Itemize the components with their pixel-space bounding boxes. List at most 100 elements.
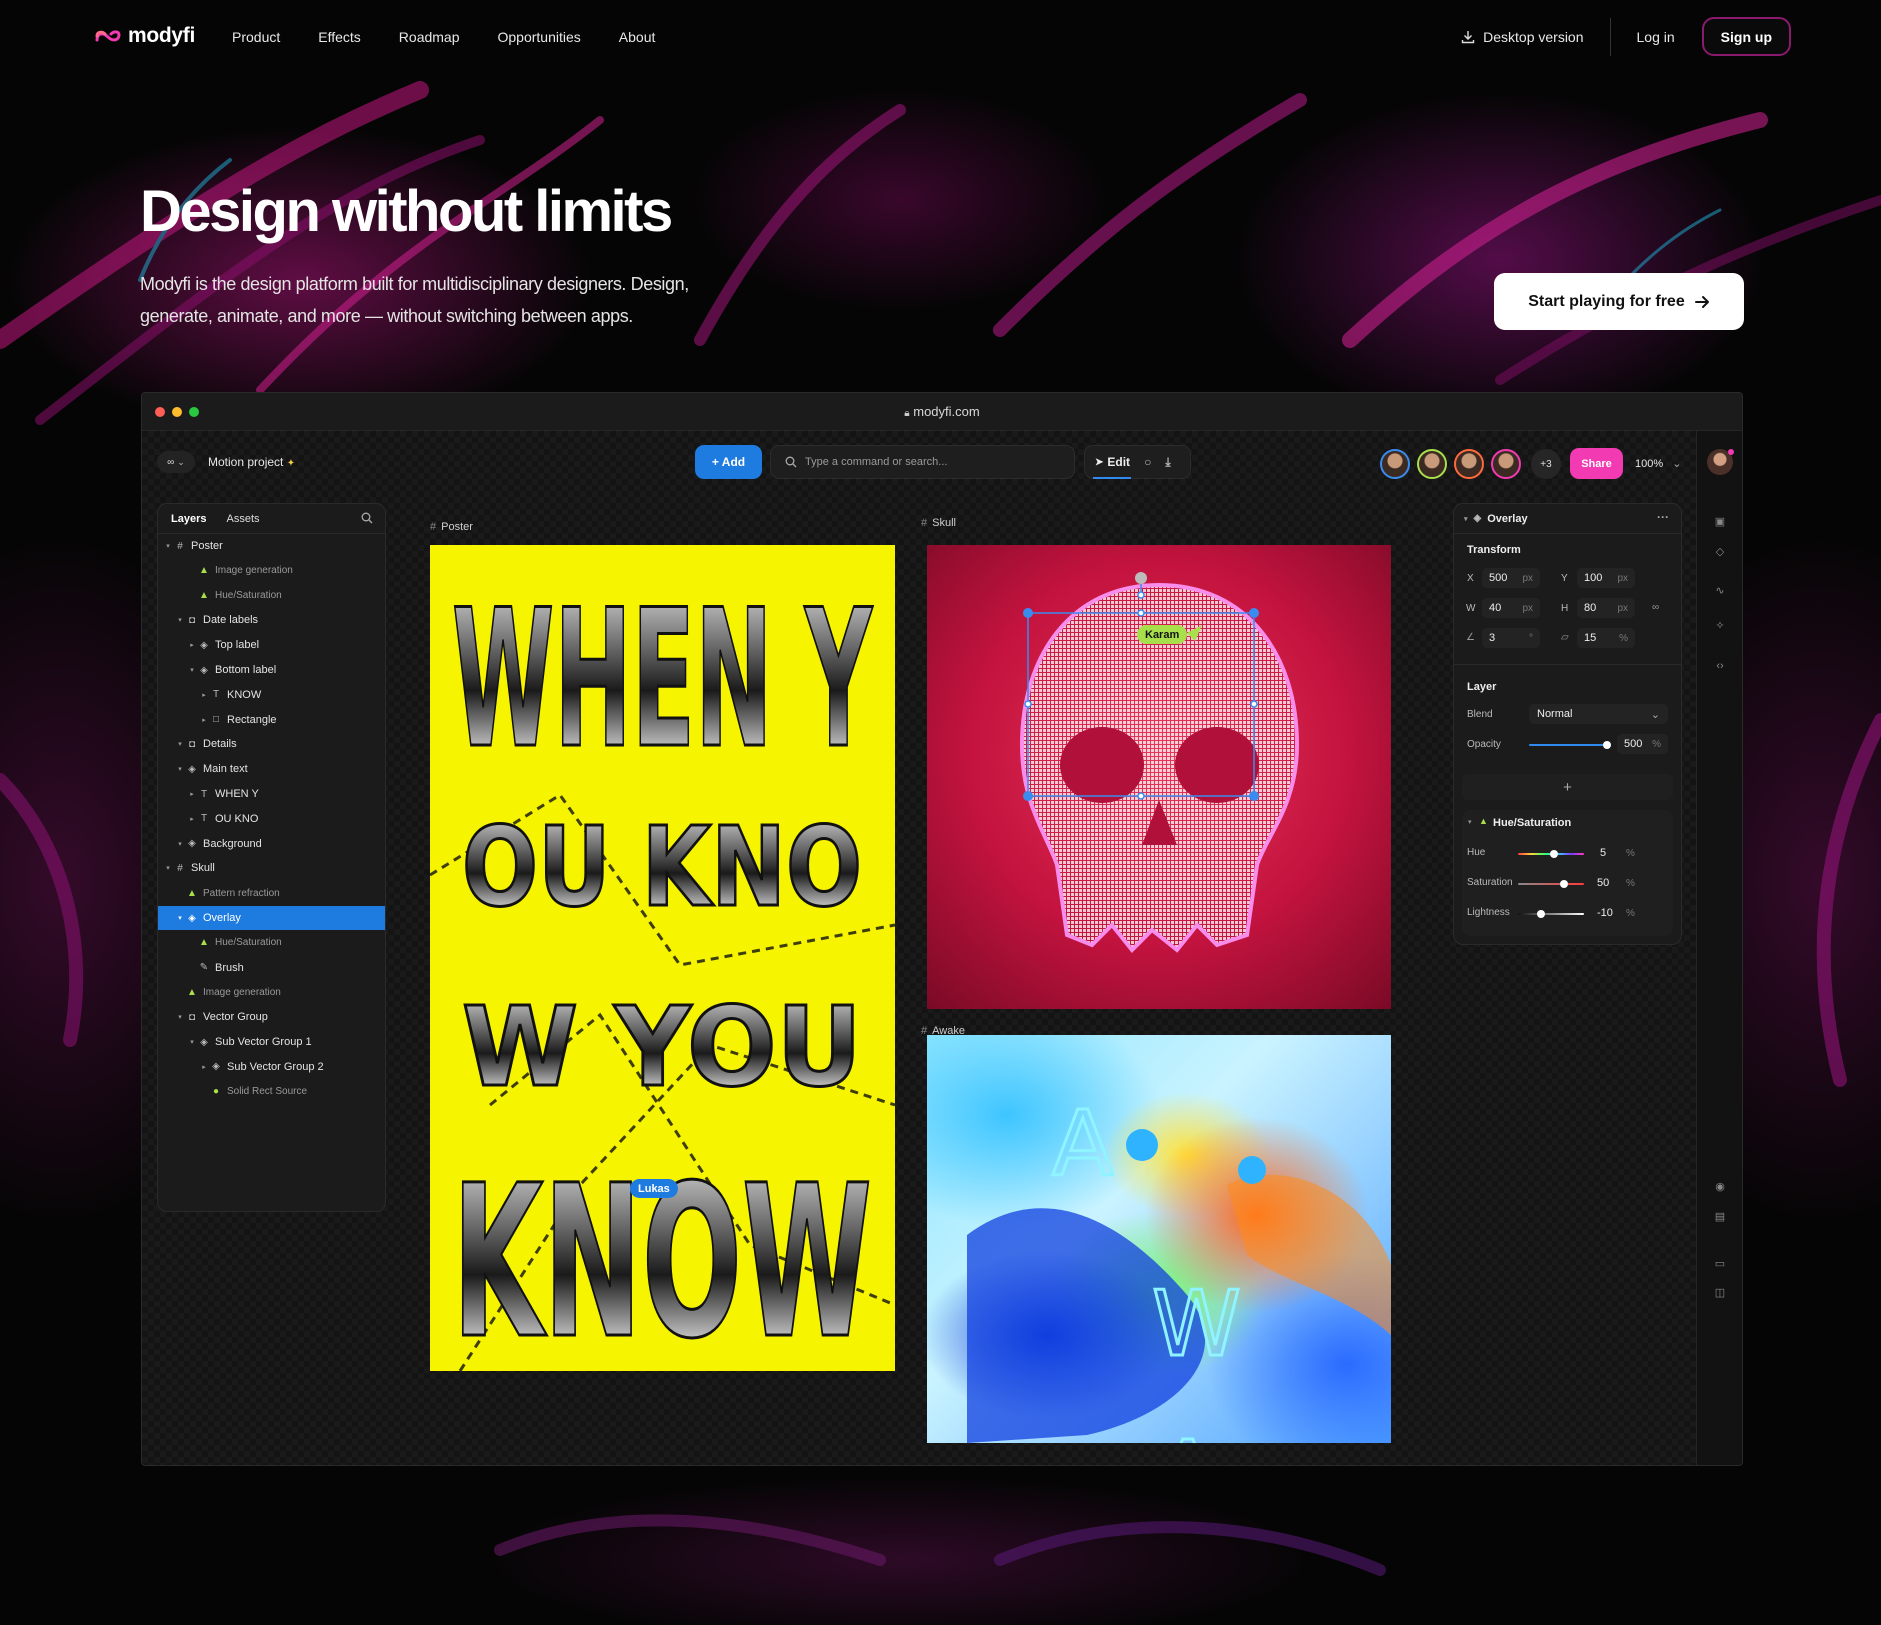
layer-row[interactable]: ▲ Hue/Saturation <box>158 931 385 955</box>
login-link[interactable]: Log in <box>1637 29 1675 45</box>
shape-icon[interactable]: ◇ <box>1714 546 1726 558</box>
expand-caret-icon[interactable]: ▸ <box>200 691 208 699</box>
expand-caret-icon[interactable]: ▾ <box>188 1038 196 1046</box>
y-field[interactable]: 100 px <box>1577 568 1635 588</box>
poster-artboard[interactable]: WHEN Y OU KNO W YOU KNOW Lukas <box>430 545 895 1371</box>
poster-artboard-label[interactable]: # Poster <box>430 521 473 533</box>
lightness-value[interactable]: -10 <box>1597 907 1613 919</box>
curve-icon[interactable]: ∿ <box>1714 585 1726 597</box>
layer-row[interactable]: ▸ □ Rectangle <box>158 708 385 732</box>
layer-row[interactable]: ▸ ◈ Top label <box>158 633 385 657</box>
nav-link-effects[interactable]: Effects <box>318 29 361 45</box>
expand-caret-icon[interactable]: ▾ <box>176 740 184 748</box>
layer-row[interactable]: ▲ Pattern refraction <box>158 881 385 905</box>
layer-row[interactable]: ▾ ◘ Date labels <box>158 608 385 632</box>
layer-row[interactable]: ● Solid Rect Source <box>158 1080 385 1104</box>
tab-assets[interactable]: Assets <box>226 513 259 525</box>
signup-button[interactable]: Sign up <box>1701 17 1791 56</box>
blend-mode-select[interactable]: Normal ⌄ <box>1529 704 1668 724</box>
layer-row[interactable]: ▾ ◈ Sub Vector Group 1 <box>158 1030 385 1054</box>
nav-link-about[interactable]: About <box>619 29 656 45</box>
skew-field[interactable]: 15% <box>1577 628 1635 648</box>
expand-caret-icon[interactable]: ▾ <box>176 840 184 848</box>
rotation-field[interactable]: 3 ° <box>1482 628 1540 648</box>
expand-caret-icon[interactable]: ▸ <box>188 641 196 649</box>
project-name[interactable]: Motion project ✦ <box>208 455 295 469</box>
collapse-caret-icon[interactable]: ▾ <box>1464 515 1468 523</box>
layer-row[interactable]: ▸ T OU KNO <box>158 807 385 831</box>
layer-row[interactable]: ▾ ◈ Bottom label <box>158 658 385 682</box>
start-playing-button[interactable]: Start playing for free <box>1494 273 1744 330</box>
layer-row[interactable]: ▾ ◈ Main text <box>158 757 385 781</box>
nav-link-opportunities[interactable]: Opportunities <box>498 29 581 45</box>
more-options-icon[interactable]: ··· <box>1657 510 1669 524</box>
share-button[interactable]: Share <box>1570 448 1623 479</box>
saturation-slider-knob[interactable] <box>1560 880 1569 888</box>
layer-row[interactable]: ▾ # Poster <box>158 534 385 558</box>
layer-row[interactable]: ▾ ◘ Details <box>158 732 385 756</box>
expand-caret-icon[interactable]: ▸ <box>188 815 196 823</box>
layer-row[interactable]: ✎ Brush <box>158 956 385 980</box>
nav-link-product[interactable]: Product <box>232 29 280 45</box>
layer-row[interactable]: ▲ Image generation <box>158 559 385 583</box>
lightness-slider-knob[interactable] <box>1537 910 1546 918</box>
layer-row[interactable]: ▾ ◈ Overlay <box>158 906 385 930</box>
hue-value[interactable]: 5 <box>1600 847 1606 859</box>
expand-caret-icon[interactable]: ▸ <box>200 1063 208 1071</box>
saturation-slider-track[interactable] <box>1518 883 1584 885</box>
collaborator-avatar[interactable] <box>1417 449 1447 479</box>
comment-icon[interactable]: ○ <box>1144 455 1151 469</box>
width-field[interactable]: 40 px <box>1482 598 1540 618</box>
image-icon[interactable]: ▣ <box>1714 516 1726 528</box>
collaborator-avatar[interactable] <box>1380 449 1410 479</box>
location-pin-icon[interactable]: ◉ <box>1714 1181 1726 1193</box>
book-icon[interactable]: ▤ <box>1714 1211 1726 1223</box>
awake-artboard[interactable]: A W A <box>927 1035 1391 1443</box>
skull-artboard-label[interactable]: # Skull <box>921 517 956 529</box>
search-layers-icon[interactable] <box>361 512 373 524</box>
lightness-slider-track[interactable] <box>1518 913 1584 915</box>
saturation-value[interactable]: 50 <box>1597 877 1609 889</box>
x-field[interactable]: 500 px <box>1482 568 1540 588</box>
brand-logo[interactable]: modyfi <box>94 24 195 48</box>
command-search-input[interactable] <box>805 456 1045 468</box>
edit-mode-button[interactable]: ➤ Edit <box>1095 455 1130 469</box>
add-button[interactable]: + Add <box>695 445 762 479</box>
opacity-slider-knob[interactable] <box>1603 741 1611 749</box>
layer-row[interactable]: ▸ ◈ Sub Vector Group 2 <box>158 1055 385 1079</box>
layer-row[interactable]: ▸ T WHEN Y <box>158 782 385 806</box>
layer-row[interactable]: ▲ Hue/Saturation <box>158 584 385 608</box>
opacity-slider-track[interactable] <box>1529 744 1607 746</box>
opacity-field[interactable]: 500% <box>1617 734 1668 754</box>
keyboard-icon[interactable]: ▭ <box>1714 1258 1726 1270</box>
expand-caret-icon[interactable]: ▾ <box>176 914 184 922</box>
layer-row[interactable]: ▾ ◈ Background <box>158 832 385 856</box>
hue-slider-knob[interactable] <box>1550 850 1559 858</box>
expand-caret-icon[interactable]: ▾ <box>188 666 196 674</box>
export-icon[interactable]: ⤓ <box>1165 455 1170 470</box>
link-dimensions-icon[interactable]: ∞ <box>1652 602 1659 613</box>
layer-row[interactable]: ▾ # Skull <box>158 856 385 880</box>
expand-caret-icon[interactable]: ▾ <box>176 765 184 773</box>
expand-caret-icon[interactable]: ▾ <box>164 864 172 872</box>
zoom-select[interactable]: 100% ⌄ <box>1635 457 1681 470</box>
layer-row[interactable]: ▸ T KNOW <box>158 683 385 707</box>
add-effect-button[interactable]: + <box>1462 774 1673 800</box>
layer-row[interactable]: ▲ Image generation <box>158 980 385 1004</box>
code-icon[interactable]: ‹› <box>1714 660 1726 672</box>
design-canvas[interactable]: ∞ ⌄ Motion project ✦ + Add ➤ Edit ○ ⤓ <box>142 431 1697 1465</box>
desktop-version-link[interactable]: Desktop version <box>1461 29 1584 45</box>
layer-row[interactable]: ▾ ◘ Vector Group <box>158 1005 385 1029</box>
expand-caret-icon[interactable]: ▸ <box>188 790 196 798</box>
height-field[interactable]: 80 px <box>1577 598 1635 618</box>
tab-layers[interactable]: Layers <box>171 513 206 525</box>
expand-caret-icon[interactable]: ▾ <box>176 1013 184 1021</box>
more-collaborators-badge[interactable]: +3 <box>1531 449 1561 479</box>
expand-caret-icon[interactable]: ▸ <box>200 716 208 724</box>
help-icon[interactable]: ◫ <box>1714 1287 1726 1299</box>
collaborator-avatar[interactable] <box>1491 449 1521 479</box>
collaborator-avatar[interactable] <box>1454 449 1484 479</box>
app-menu-button[interactable]: ∞ ⌄ <box>157 451 195 473</box>
sparkle-tool-icon[interactable]: ✧ <box>1714 620 1726 632</box>
nav-link-roadmap[interactable]: Roadmap <box>399 29 460 45</box>
